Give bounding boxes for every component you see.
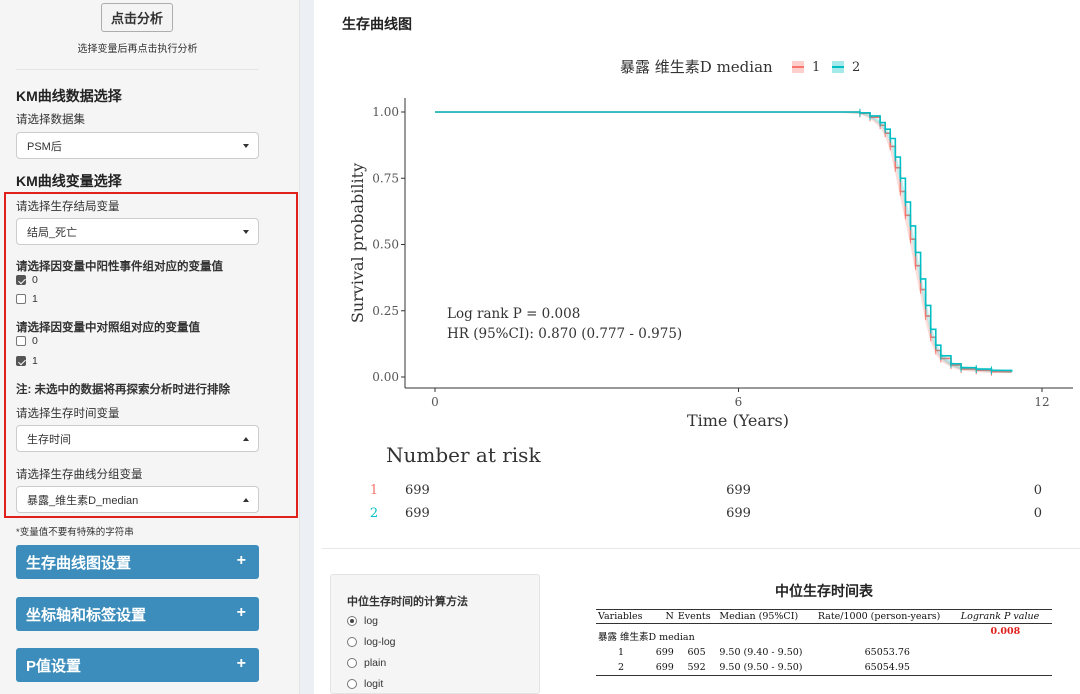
radio-label: logit (364, 678, 384, 690)
y-tick-label: 1.00 (372, 105, 399, 119)
risk-value: 0 (1034, 506, 1042, 521)
table-cell: 699 (650, 660, 676, 676)
risk-value: 699 (726, 506, 751, 521)
table-cell: 1 (618, 647, 625, 658)
table-cell: 65053.76 (864, 647, 910, 658)
logrank-annotation: Log rank P = 0.008 (447, 306, 580, 322)
radio-label: plain (364, 657, 387, 669)
y-axis-ticks: 0.00 0.25 0.50 0.75 1.00 (372, 105, 405, 384)
table-cell: 605 (687, 647, 706, 658)
radio-label: log (364, 615, 379, 627)
chevron-down-icon (243, 144, 249, 148)
sidebar: 点击分析 选择变量后再点击执行分析 KM曲线数据选择 请选择数据集 PSM后 K… (0, 0, 300, 694)
section-divider (322, 548, 1080, 549)
axis-label-settings-button[interactable]: 坐标轴和标签设置 + (16, 597, 259, 631)
x-axis-ticks: 0 6 12 (431, 388, 1050, 409)
y-axis-title: Survival probability (348, 163, 367, 323)
table-cell: 暴露 维生素D median (598, 632, 695, 643)
dataset-label: 请选择数据集 (16, 114, 85, 126)
table-header: Rate/1000 (person-years) (815, 609, 959, 624)
radio-selected-icon[interactable] (347, 616, 357, 626)
radio-label: log-log (364, 636, 396, 648)
table-header: Median (95%CI) (717, 609, 816, 624)
content-gutter (300, 0, 314, 694)
x-tick-label: 0 (431, 395, 439, 409)
y-tick-label: 0.50 (372, 238, 399, 252)
risk-value: 699 (726, 483, 751, 498)
table-row: 2 699 592 9.50 (9.50 - 9.50) 65054.95 (596, 660, 1052, 676)
button-label: 坐标轴和标签设置 (26, 606, 147, 624)
table-cell: 699 (655, 647, 674, 658)
x-tick-label: 6 (735, 395, 743, 409)
table-header: Variables (596, 609, 651, 624)
p-value-settings-button[interactable]: P值设置 + (16, 648, 259, 682)
table-header: N (650, 609, 676, 624)
sidebar-divider (16, 69, 259, 70)
legend-title: 暴露 维生素D median (620, 58, 773, 76)
dataset-select-value: PSM后 (27, 140, 62, 153)
median-table-title: 中位生存时间表 (775, 583, 873, 599)
table-cell: 2 (596, 660, 651, 676)
dataset-select[interactable]: PSM后 (16, 132, 259, 159)
x-axis-title: Time (Years) (687, 411, 789, 430)
risk-row-label: 2 (370, 506, 378, 521)
analyze-hint: 选择变量后再点击执行分析 (77, 44, 198, 55)
median-method-panel: 中位生存时间的计算方法 log log-log plain logit (330, 574, 540, 694)
risk-value: 699 (405, 506, 430, 521)
table-cell (958, 660, 1052, 676)
x-tick-label: 12 (1034, 395, 1049, 409)
median-method-option-log[interactable]: log (347, 615, 378, 627)
legend-label: 1 (812, 60, 820, 75)
table-cell: 65054.95 (815, 660, 959, 676)
plus-icon: + (236, 552, 246, 569)
table-cell: 0.008 (990, 626, 1021, 637)
median-method-title: 中位生存时间的计算方法 (347, 596, 468, 608)
risk-value: 0 (1034, 483, 1042, 498)
median-method-option-plain[interactable]: plain (347, 657, 386, 669)
median-method-option-log-log[interactable]: log-log (347, 636, 396, 648)
table-cell: 592 (675, 660, 718, 676)
km-survival-plot: 暴露 维生素D median 12 0.000.250.500.751.00 0… (348, 58, 1073, 521)
median-method-option-logit[interactable]: logit (347, 678, 383, 690)
analyze-button[interactable]: 点击分析 (101, 3, 173, 32)
risk-table: 1 699 699 0 2 699 699 0 (370, 483, 1042, 521)
variable-note: *变量值不要有特殊的字符串 (16, 527, 134, 538)
plus-icon: + (236, 655, 246, 672)
table-header: Events (675, 609, 718, 624)
highlight-box (4, 192, 298, 518)
table-cell: 9.50 (9.40 - 9.50) (719, 647, 803, 658)
risk-table-title: Number at risk (386, 443, 541, 467)
y-tick-label: 0.00 (372, 370, 399, 384)
button-label: P值设置 (26, 657, 82, 675)
km-var-heading: KM曲线变量选择 (16, 173, 122, 189)
risk-row-label: 1 (370, 483, 378, 498)
table-row: 暴露 维生素D median 0.008 (596, 624, 1052, 646)
legend: 12 (792, 60, 860, 75)
radio-unselected-icon[interactable] (347, 637, 357, 647)
risk-value: 699 (405, 483, 430, 498)
table-cell: 9.50 (9.50 - 9.50) (717, 660, 816, 676)
plot-section-title: 生存曲线图 (342, 16, 412, 32)
table-header: Logrank P value (958, 609, 1052, 624)
legend-label: 2 (852, 60, 860, 75)
radio-unselected-icon[interactable] (347, 679, 357, 689)
table-cell (959, 645, 1052, 660)
button-label: 生存曲线图设置 (26, 554, 132, 572)
radio-unselected-icon[interactable] (347, 658, 357, 668)
table-header-row: Variables N Events Median (95%CI) Rate/1… (596, 609, 1052, 624)
survival-plot-settings-button[interactable]: 生存曲线图设置 + (16, 545, 259, 579)
table-row: 1 699 605 9.50 (9.40 - 9.50) 65053.76 (596, 645, 1052, 660)
hr-annotation: HR (95%CI): 0.870 (0.777 - 0.975) (447, 326, 682, 342)
median-survival-table: Variables N Events Median (95%CI) Rate/1… (596, 609, 1052, 676)
y-tick-label: 0.75 (372, 171, 399, 185)
km-data-heading: KM曲线数据选择 (16, 88, 122, 104)
y-tick-label: 0.25 (372, 304, 399, 318)
plus-icon: + (236, 604, 246, 621)
